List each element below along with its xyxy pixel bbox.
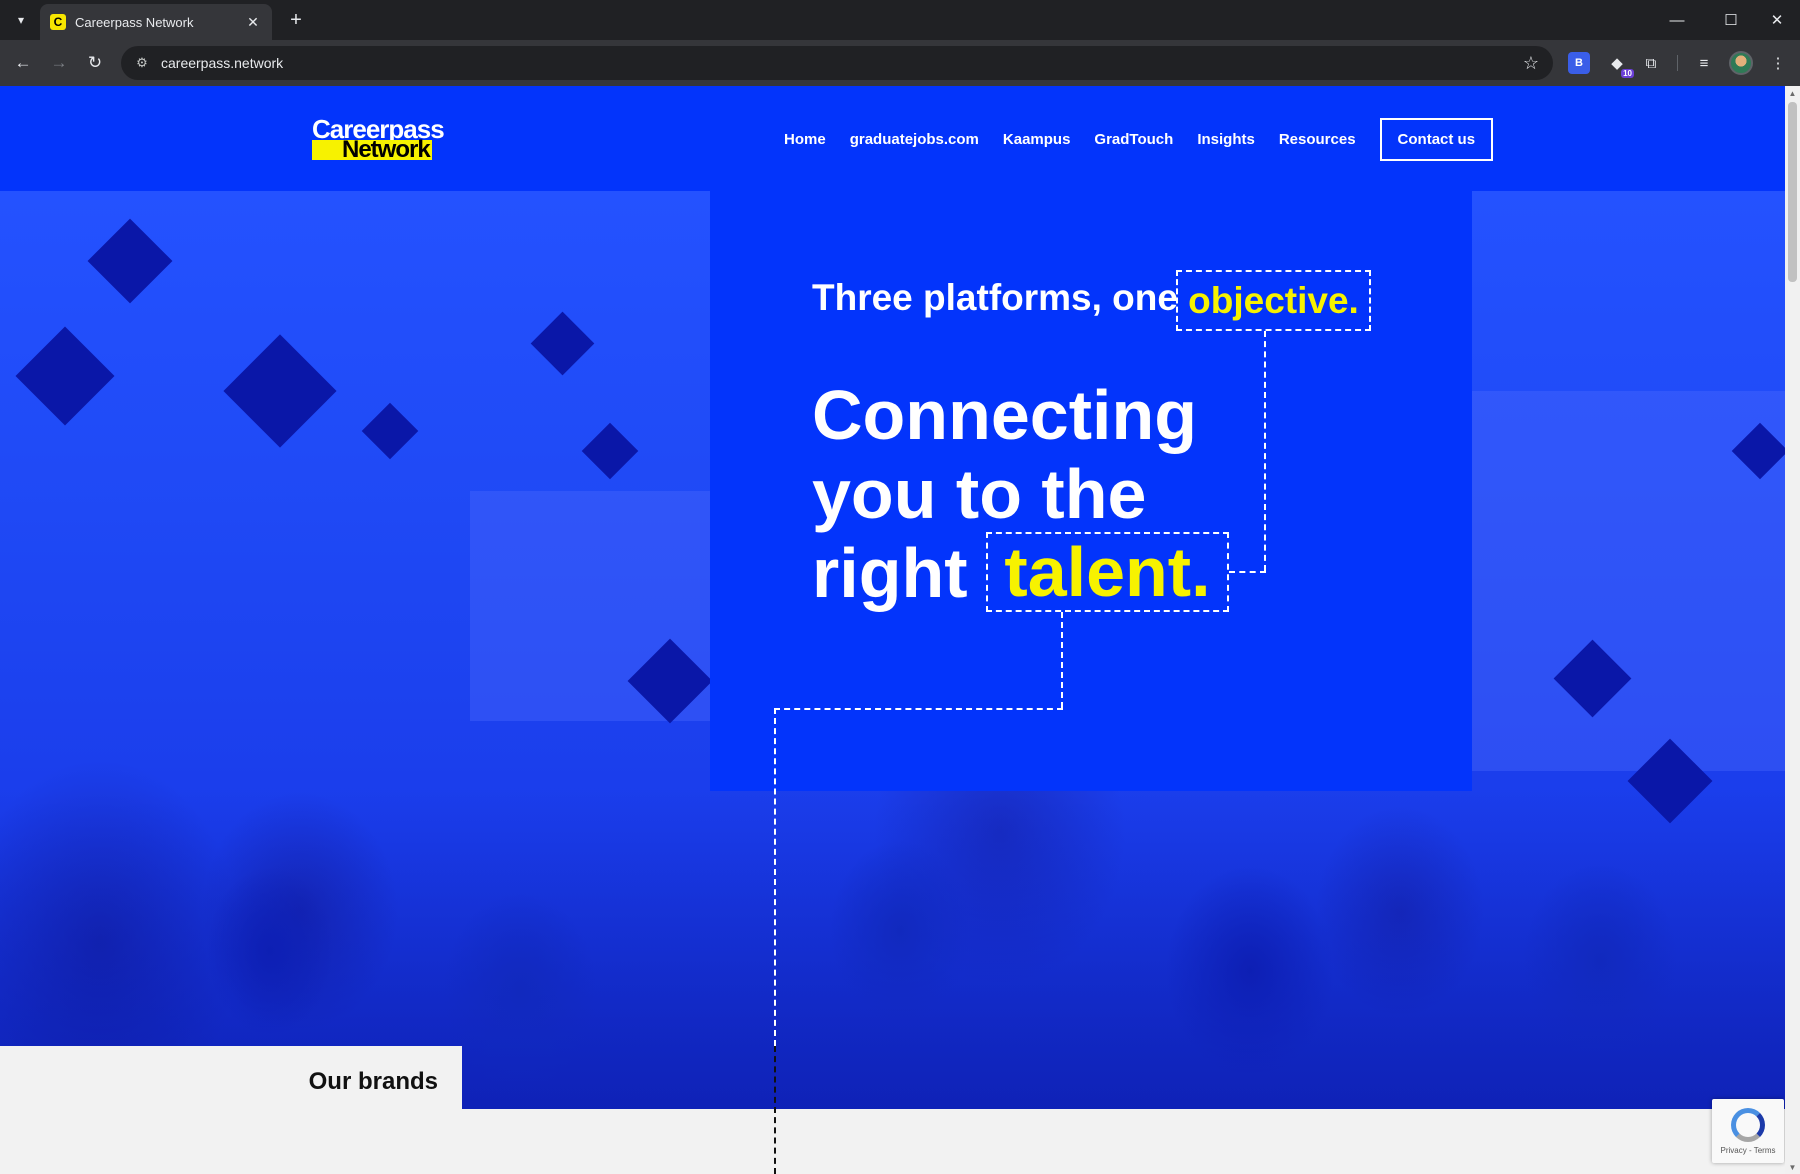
nav-item-graduatejobs[interactable]: graduatejobs.com [850,131,979,148]
site-logo[interactable]: Careerpass Network [312,116,445,162]
brands-tab: Our brands [0,1046,462,1174]
extension-icon[interactable]: ◆ 10 [1606,52,1634,78]
menu-icon[interactable]: ⋮ [1767,52,1789,74]
connector-line [1061,612,1063,708]
reload-icon[interactable]: ↻ [81,49,109,77]
scroll-thumb[interactable] [1788,102,1797,282]
graduation-cap-icon [530,311,595,376]
tab-title: Careerpass Network [75,14,194,30]
connector-line [774,1046,776,1174]
browser-titlebar: ▾ C Careerpass Network ✕ + — ☐ ✕ [0,0,1800,40]
media-icon[interactable]: ≡ [1693,52,1715,74]
graduation-cap-icon [581,422,639,480]
page-scrollbar[interactable]: ▲ ▼ [1785,86,1800,1174]
minimize-icon[interactable]: — [1662,6,1692,34]
address-bar[interactable]: ⚙ careerpass.network ☆ [121,46,1553,80]
forward-icon[interactable]: → [45,49,73,77]
connector-line [774,708,1063,710]
graduation-cap-icon [87,218,173,304]
nav-item-home[interactable]: Home [784,131,826,148]
recaptcha-icon [1731,1107,1765,1142]
back-icon[interactable]: ← [9,49,37,77]
main-nav: Home graduatejobs.com Kaampus GradTouch … [784,118,1494,161]
site-favicon-icon: C [50,14,66,30]
scroll-down-icon[interactable]: ▼ [1785,1160,1800,1174]
scroll-up-icon[interactable]: ▲ [1785,86,1800,100]
graduation-cap-icon [15,326,115,426]
page-viewport: Careerpass Network Home graduatejobs.com… [0,86,1800,1174]
connector-line [1264,331,1266,571]
browser-tab[interactable]: C Careerpass Network ✕ [40,4,272,40]
profile-avatar[interactable] [1729,51,1753,75]
recaptcha-links[interactable]: Privacy - Terms [1721,1146,1776,1155]
nav-item-resources[interactable]: Resources [1279,131,1356,148]
connector-line [774,708,776,1046]
extensions-icon[interactable]: ⧉ [1640,52,1662,74]
logo-line-2: Network [312,138,432,162]
brands-heading: Our brands [308,1068,438,1095]
headline-line-1: Connecting [812,376,1197,454]
plus-icon[interactable]: + [282,6,310,34]
star-icon[interactable]: ☆ [1523,53,1539,74]
tab-list-icon[interactable]: ▾ [8,7,34,33]
nav-item-insights[interactable]: Insights [1197,131,1255,148]
browser-toolbar: ← → ↻ ⚙ careerpass.network ☆ B ◆ 10 ⧉ ≡ ⋮ [0,40,1800,86]
recaptcha-badge[interactable]: Privacy - Terms [1712,1099,1784,1163]
shield-extension-icon[interactable]: B [1568,52,1590,74]
url-text[interactable]: careerpass.network [161,55,1523,71]
close-window-icon[interactable]: ✕ [1762,6,1792,34]
hero-tagline-accent: objective. [1176,270,1371,331]
toolbar-divider [1677,55,1678,71]
hero-headline-accent: talent. [986,532,1229,612]
maximize-icon[interactable]: ☐ [1716,6,1746,34]
site-info-icon[interactable]: ⚙ [131,52,153,74]
nav-item-kaampus[interactable]: Kaampus [1003,131,1071,148]
graduation-cap-icon [223,334,337,448]
graduation-cap-icon [361,402,419,460]
connector-line [1229,571,1266,573]
extension-badge: 10 [1621,69,1634,78]
close-icon[interactable]: ✕ [244,14,262,31]
contact-us-button[interactable]: Contact us [1379,118,1494,161]
nav-item-gradtouch[interactable]: GradTouch [1094,131,1173,148]
headline-line-2: you to the [812,455,1147,533]
site-header: Careerpass Network Home graduatejobs.com… [0,86,1785,191]
hero-tagline: Three platforms, one [812,277,1178,318]
